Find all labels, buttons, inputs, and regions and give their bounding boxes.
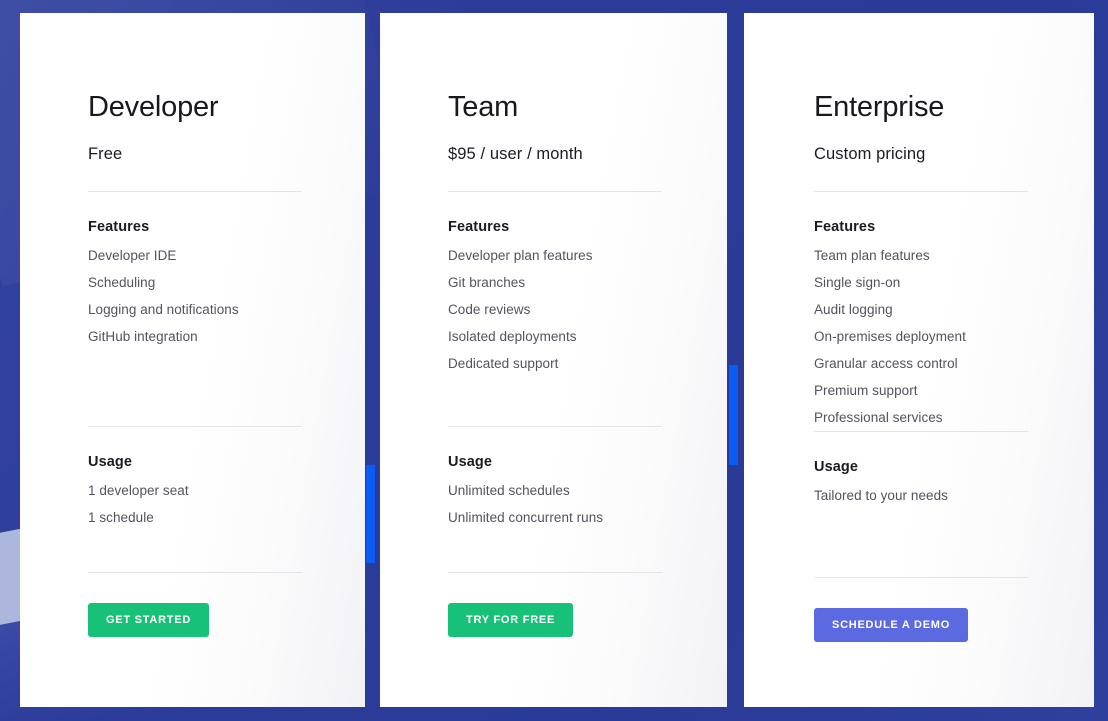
scrollbar-column-2[interactable]	[729, 13, 738, 707]
list-item: Audit logging	[814, 301, 893, 317]
list-item: Unlimited schedules	[448, 482, 570, 498]
features-heading: Features	[448, 218, 510, 235]
usage-heading: Usage	[814, 458, 859, 475]
list-item: 1 developer seat	[88, 482, 189, 498]
usage-spacer	[88, 531, 302, 572]
list-item: On-premises deployment	[814, 328, 966, 344]
pricing-card-developer: Developer Free Features Developer IDE Sc…	[20, 13, 365, 707]
plan-name: Developer	[88, 91, 219, 123]
list-item: Logging and notifications	[88, 301, 239, 317]
list-item: Single sign-on	[814, 274, 901, 290]
pricing-card-team: Team $95 / user / month Features Develop…	[380, 13, 727, 707]
usage-spacer	[814, 509, 1028, 577]
list-item: GitHub integration	[88, 328, 198, 344]
usage-list: 1 developer seat 1 schedule	[88, 477, 302, 531]
features-section: Features Team plan features Single sign-…	[814, 192, 1028, 431]
plan-price: Custom pricing	[814, 145, 926, 163]
plan-price: Free	[88, 145, 123, 163]
features-spacer	[88, 350, 302, 426]
list-item: Developer plan features	[448, 247, 593, 263]
usage-list: Tailored to your needs	[814, 482, 1028, 509]
usage-section: Usage Unlimited schedules Unlimited conc…	[448, 427, 662, 531]
list-item: Team plan features	[814, 247, 930, 263]
list-item: Dedicated support	[448, 355, 559, 371]
cta-spacer	[814, 578, 1028, 608]
usage-spacer	[448, 531, 662, 572]
cta-spacer	[88, 573, 302, 603]
schedule-a-demo-button[interactable]: SCHEDULE A DEMO	[814, 607, 968, 642]
list-item: Isolated deployments	[448, 328, 577, 344]
features-list: Team plan features Single sign-on Audit …	[814, 242, 1028, 431]
features-section: Features Developer plan features Git bra…	[448, 192, 662, 377]
try-for-free-button[interactable]: TRY FOR FREE	[448, 602, 574, 637]
list-item: Code reviews	[448, 301, 531, 317]
usage-heading: Usage	[448, 453, 493, 470]
scrollbar-thumb[interactable]	[729, 365, 738, 465]
usage-section: Usage Tailored to your needs	[814, 432, 1028, 509]
features-list: Developer IDE Scheduling Logging and not…	[88, 242, 302, 350]
usage-heading: Usage	[88, 453, 133, 470]
features-spacer	[448, 377, 662, 426]
list-item: Tailored to your needs	[814, 487, 948, 503]
usage-list: Unlimited schedules Unlimited concurrent…	[448, 477, 662, 531]
list-item: Unlimited concurrent runs	[448, 509, 604, 525]
get-started-button[interactable]: GET STARTED	[88, 602, 210, 637]
plan-name: Enterprise	[814, 91, 945, 123]
features-heading: Features	[88, 218, 150, 235]
pricing-card-deck: Developer Free Features Developer IDE Sc…	[0, 0, 1108, 721]
pricing-card-body: Team $95 / user / month Features Develop…	[448, 93, 662, 637]
list-item: 1 schedule	[88, 509, 154, 525]
features-heading: Features	[814, 218, 876, 235]
cta-spacer	[448, 573, 662, 603]
list-item: Professional services	[814, 409, 943, 425]
pricing-card-body: Developer Free Features Developer IDE Sc…	[88, 93, 302, 637]
plan-price: $95 / user / month	[448, 145, 583, 163]
features-list: Developer plan features Git branches Cod…	[448, 242, 662, 377]
scrollbar-column-1[interactable]	[366, 13, 375, 707]
features-section: Features Developer IDE Scheduling Loggin…	[88, 192, 302, 350]
list-item: Granular access control	[814, 355, 958, 371]
list-item: Premium support	[814, 382, 918, 398]
list-item: Git branches	[448, 274, 526, 290]
usage-section: Usage 1 developer seat 1 schedule	[88, 427, 302, 531]
list-item: Developer IDE	[88, 247, 177, 263]
pricing-card-enterprise: Enterprise Custom pricing Features Team …	[744, 13, 1094, 707]
list-item: Scheduling	[88, 274, 156, 290]
scrollbar-thumb[interactable]	[366, 465, 375, 563]
pricing-card-body: Enterprise Custom pricing Features Team …	[814, 93, 1028, 642]
plan-name: Team	[448, 91, 519, 123]
